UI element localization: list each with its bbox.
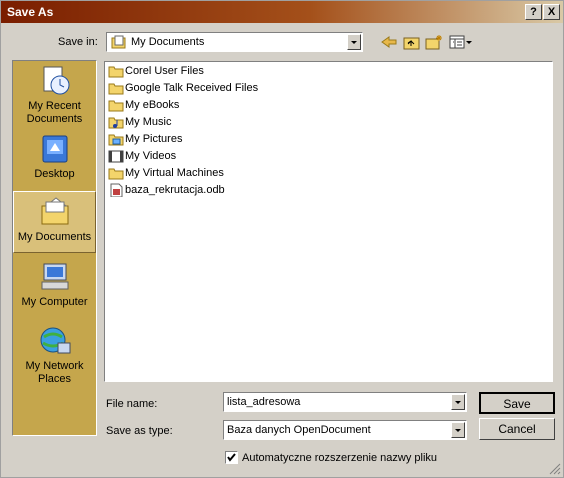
folder-icon xyxy=(108,66,124,78)
folder-icon xyxy=(108,168,124,180)
place-my-computer[interactable]: My Computer xyxy=(13,259,96,317)
my-documents-small-icon xyxy=(111,35,126,49)
network-places-icon xyxy=(40,327,70,354)
title-bar[interactable]: Save As ? X xyxy=(1,1,563,23)
chevron-down-icon[interactable] xyxy=(451,394,465,410)
my-computer-icon xyxy=(41,263,68,290)
help-button[interactable]: ? xyxy=(525,4,542,20)
new-folder-icon xyxy=(425,35,442,50)
desktop-icon xyxy=(42,135,67,163)
view-menu-button[interactable] xyxy=(447,33,473,51)
close-button[interactable]: X xyxy=(543,4,560,20)
file-name-label: File name: xyxy=(106,398,158,410)
place-desktop[interactable]: Desktop xyxy=(13,131,96,187)
pictures-folder-icon xyxy=(108,134,124,146)
back-button[interactable] xyxy=(379,33,401,51)
music-folder-icon xyxy=(108,117,124,129)
save-in-label: Save in: xyxy=(58,36,98,48)
view-menu-icon xyxy=(449,35,472,49)
file-name-value: lista_adresowa xyxy=(227,396,301,408)
save-as-type-label: Save as type: xyxy=(106,425,173,437)
chevron-down-icon[interactable] xyxy=(451,422,465,438)
back-arrow-icon xyxy=(381,36,397,48)
folder-icon xyxy=(108,83,124,95)
checkmark-icon xyxy=(227,453,236,462)
places-bar: My Recent Documents Desktop My Documents xyxy=(12,60,97,436)
up-folder-button[interactable] xyxy=(401,33,423,51)
save-as-type-dropdown[interactable]: Baza danych OpenDocument xyxy=(223,420,467,440)
resize-grip-icon[interactable] xyxy=(549,463,561,475)
recent-documents-icon xyxy=(43,66,69,95)
cancel-button[interactable]: Cancel xyxy=(479,418,555,440)
up-folder-icon xyxy=(403,37,420,50)
file-name-input[interactable]: lista_adresowa xyxy=(223,392,467,412)
save-button[interactable]: Save xyxy=(479,392,555,414)
save-in-dropdown[interactable]: My Documents xyxy=(106,32,363,52)
videos-folder-icon xyxy=(108,150,124,163)
auto-extension-checkbox[interactable] xyxy=(225,451,238,464)
place-recent-documents[interactable]: My Recent Documents xyxy=(13,63,96,129)
window-title: Save As xyxy=(7,5,54,19)
my-documents-icon xyxy=(41,197,68,225)
auto-extension-label: Automatyczne rozszerzenie nazwy pliku xyxy=(242,452,438,464)
new-folder-button[interactable] xyxy=(423,33,445,51)
chevron-down-icon[interactable] xyxy=(347,34,361,50)
save-in-value: My Documents xyxy=(131,36,205,48)
save-as-dialog: Save As ? X Save in: My Documents My Rec… xyxy=(0,0,564,478)
place-network-places[interactable]: My Network Places xyxy=(13,323,96,391)
file-list[interactable]: Corel User Files Google Talk Received Fi… xyxy=(104,61,553,382)
folder-icon xyxy=(108,100,124,112)
save-as-type-value: Baza danych OpenDocument xyxy=(227,424,371,436)
odb-file-icon xyxy=(110,183,123,197)
place-my-documents[interactable]: My Documents xyxy=(13,191,96,253)
